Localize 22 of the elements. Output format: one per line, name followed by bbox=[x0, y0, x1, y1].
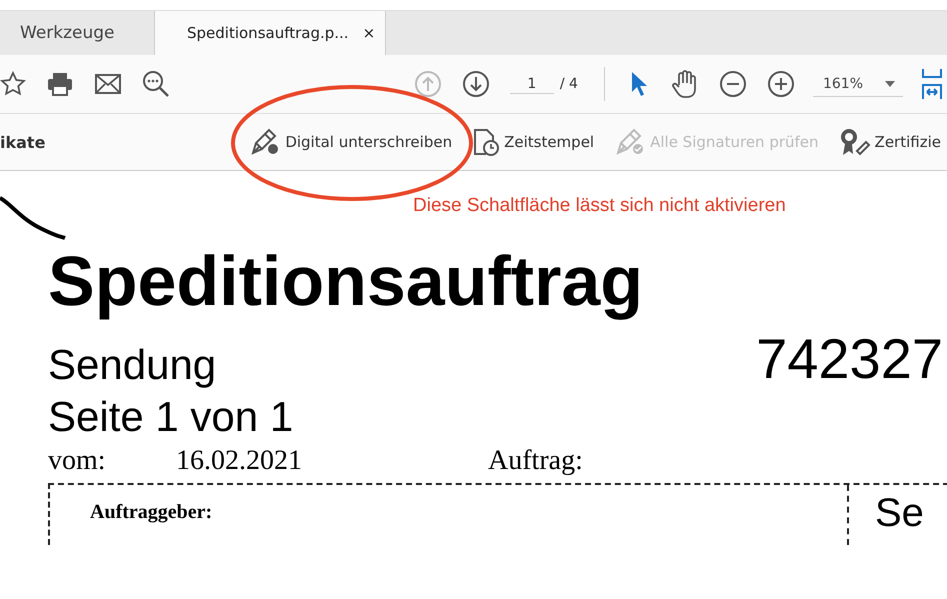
annotation-text: Diese Schaltfläche lässt sich nicht aktivieren bbox=[413, 195, 786, 217]
section-heading: Se bbox=[875, 491, 924, 535]
panel-title: ikate bbox=[0, 132, 46, 152]
shipment-label: Sendung bbox=[48, 340, 216, 390]
close-icon[interactable]: × bbox=[362, 24, 376, 42]
document-title: Speditionsauftrag bbox=[48, 241, 644, 321]
document-clock-icon bbox=[472, 127, 500, 157]
zoom-dropdown[interactable]: 161% bbox=[812, 72, 903, 96]
caret-icon bbox=[885, 80, 895, 86]
ribbon-pen-icon bbox=[838, 127, 871, 157]
signature-action[interactable]: Zertifizie bbox=[832, 127, 947, 157]
page-info: Seite 1 von 1 bbox=[48, 392, 294, 442]
date-label: vom: bbox=[48, 445, 107, 477]
date-value: 16.02.2021 bbox=[176, 445, 303, 477]
signature-action[interactable]: Zeitstempel bbox=[466, 127, 600, 157]
fit-page-icon[interactable] bbox=[919, 67, 945, 101]
document-tab[interactable]: Speditionsauftrag.p... × bbox=[154, 11, 386, 55]
order-label: Auftrag: bbox=[488, 445, 583, 477]
client-label: Auftraggeber: bbox=[90, 501, 212, 523]
shipment-number: 742327 bbox=[756, 327, 943, 391]
page-number-field[interactable]: 1 bbox=[510, 74, 554, 94]
page-count: / 4 bbox=[560, 76, 578, 92]
